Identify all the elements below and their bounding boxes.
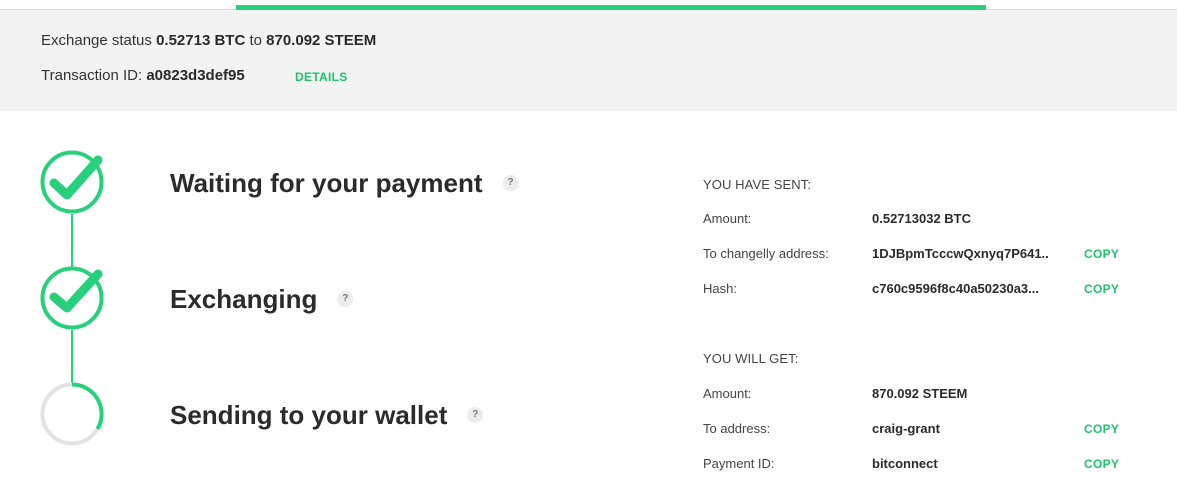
exchange-status-bar: Exchange status 0.52713 BTC to 870.092 S… — [0, 10, 1177, 111]
copy-hash-button[interactable]: COPY — [1084, 282, 1119, 296]
copy-payment-id-button[interactable]: COPY — [1084, 457, 1119, 471]
transaction-id-label: Transaction ID: — [41, 67, 143, 84]
exchange-status-line: Exchange status 0.52713 BTC to 870.092 S… — [41, 32, 376, 49]
sent-hash-label: Hash: — [703, 281, 737, 296]
get-payment-id-value: bitconnect — [872, 456, 938, 471]
exchange-to-amount: 870.092 STEEM — [266, 32, 377, 49]
sent-amount-label: Amount: — [703, 211, 752, 226]
get-address-value: craig-grant — [872, 421, 940, 436]
transaction-id-line: Transaction ID: a0823d3def95 — [41, 67, 245, 84]
exchange-from-amount: 0.52713 BTC — [156, 32, 246, 49]
details-link[interactable]: DETAILS — [295, 70, 348, 84]
sent-hash-value: c760c9596f8c40a50230a3... — [872, 281, 1039, 296]
get-amount-value: 870.092 STEEM — [872, 386, 968, 401]
check-circle-icon — [40, 150, 104, 214]
copy-to-address-button[interactable]: COPY — [1084, 422, 1119, 436]
step-waiting-payment: Waiting for your payment? — [170, 168, 519, 199]
step-sending-wallet: Sending to your wallet? — [170, 400, 484, 431]
get-amount-label: Amount: — [703, 386, 752, 401]
get-heading: YOU WILL GET: — [703, 351, 799, 366]
step-label: Exchanging — [170, 284, 318, 314]
get-payment-id-label: Payment ID: — [703, 456, 775, 471]
sent-address-label: To changelly address: — [703, 246, 829, 261]
help-icon[interactable]: ? — [502, 175, 519, 192]
copy-address-button[interactable]: COPY — [1084, 247, 1119, 261]
step-exchanging: Exchanging? — [170, 284, 354, 315]
sent-amount-value: 0.52713032 BTC — [872, 211, 972, 226]
sent-heading: YOU HAVE SENT: — [703, 177, 812, 192]
step-label: Waiting for your payment — [170, 168, 483, 198]
get-address-label: To address: — [703, 421, 771, 436]
step-connector — [71, 330, 73, 383]
help-icon[interactable]: ? — [337, 291, 354, 308]
step-label: Sending to your wallet — [170, 400, 448, 430]
transaction-id-value: a0823d3def95 — [146, 67, 245, 84]
check-circle-icon — [40, 266, 104, 330]
help-icon[interactable]: ? — [467, 407, 484, 424]
loading-ring-icon — [40, 382, 104, 446]
exchange-status-label: Exchange status — [41, 32, 152, 49]
sent-address-value: 1DJBpmTcccwQxnyq7P641.. — [872, 246, 1049, 261]
exchange-to-word: to — [249, 32, 262, 49]
step-connector — [71, 214, 73, 267]
